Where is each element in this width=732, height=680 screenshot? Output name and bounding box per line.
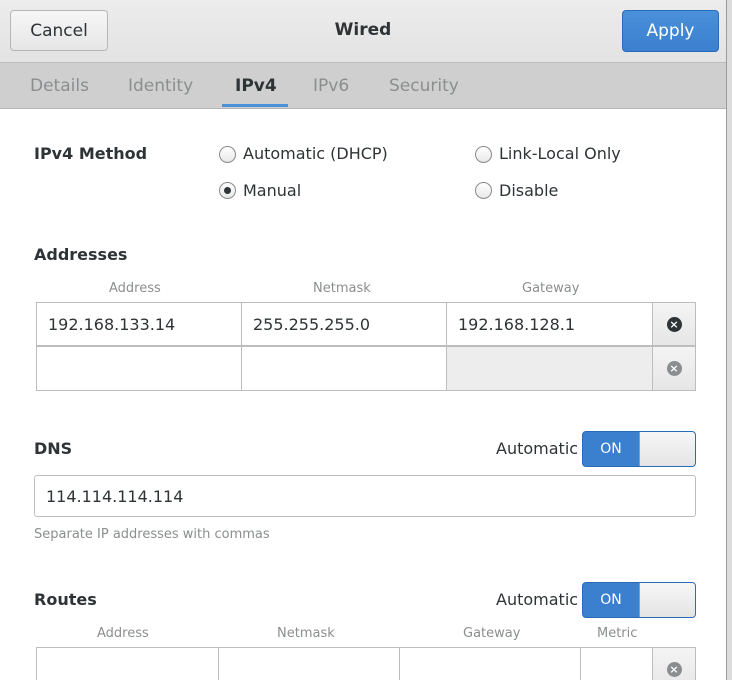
addresses-col-netmask: Netmask [313,281,371,296]
gateway-input [446,346,653,391]
switch-on-label: ON [600,592,622,608]
addresses-col-gateway: Gateway [522,281,580,296]
tab-ipv4[interactable]: IPv4 [235,76,277,96]
dns-automatic-switch[interactable]: ON [582,431,696,467]
delete-route-button[interactable]: × [652,647,696,680]
routes-automatic-label: Automatic [496,590,579,609]
tab-ipv6[interactable]: IPv6 [313,76,349,96]
radio-link-local-only-label[interactable]: Link-Local Only [499,144,621,163]
route-gateway-input[interactable] [399,647,581,680]
radio-disable[interactable] [475,182,492,199]
dialog-title: Wired [334,20,392,40]
route-netmask-input[interactable] [218,647,400,680]
tab-identity[interactable]: Identity [128,76,193,96]
dns-input[interactable]: 114.114.114.114 [34,475,696,517]
switch-knob[interactable] [639,583,695,617]
switch-on-label: ON [600,441,622,457]
tab-details[interactable]: Details [30,76,89,96]
close-icon: × [666,662,682,677]
dns-automatic-label: Automatic [496,439,579,458]
dns-heading: DNS [34,439,73,458]
switch-knob[interactable] [639,432,695,466]
route-metric-input[interactable] [580,647,653,680]
delete-address-button[interactable]: × [652,346,696,391]
radio-automatic-dhcp[interactable] [219,146,236,163]
routes-col-netmask: Netmask [277,626,335,641]
apply-button[interactable]: Apply [622,10,719,52]
connection-dialog: Cancel Wired Apply Details Identity IPv4… [0,0,727,680]
gateway-input[interactable]: 192.168.128.1 [446,302,653,346]
radio-link-local-only[interactable] [475,146,492,163]
addresses-heading: Addresses [34,245,128,264]
dns-hint: Separate IP addresses with commas [34,527,270,542]
radio-manual[interactable] [219,182,236,199]
ipv4-method-label: IPv4 Method [34,144,148,163]
address-input[interactable]: 192.168.133.14 [36,302,242,346]
header-bar: Cancel Wired Apply [0,0,726,62]
addresses-col-address: Address [109,281,161,296]
netmask-input[interactable] [241,346,447,391]
routes-col-gateway: Gateway [463,626,521,641]
tab-bar: Details Identity IPv4 IPv6 Security [0,62,726,109]
radio-selected-dot [224,187,231,194]
radio-disable-label[interactable]: Disable [499,181,558,200]
radio-manual-label[interactable]: Manual [243,181,301,200]
tab-security[interactable]: Security [389,76,459,96]
close-icon: × [666,316,682,332]
delete-address-button[interactable]: × [652,302,696,346]
close-icon: × [666,361,682,376]
routes-automatic-switch[interactable]: ON [582,582,696,618]
active-tab-indicator [222,104,288,107]
routes-col-address: Address [97,626,149,641]
radio-automatic-dhcp-label[interactable]: Automatic (DHCP) [243,144,388,163]
route-address-input[interactable] [36,647,219,680]
netmask-input[interactable]: 255.255.255.0 [241,302,447,346]
routes-heading: Routes [34,590,97,609]
routes-col-metric: Metric [597,626,638,641]
address-input[interactable] [36,346,242,391]
